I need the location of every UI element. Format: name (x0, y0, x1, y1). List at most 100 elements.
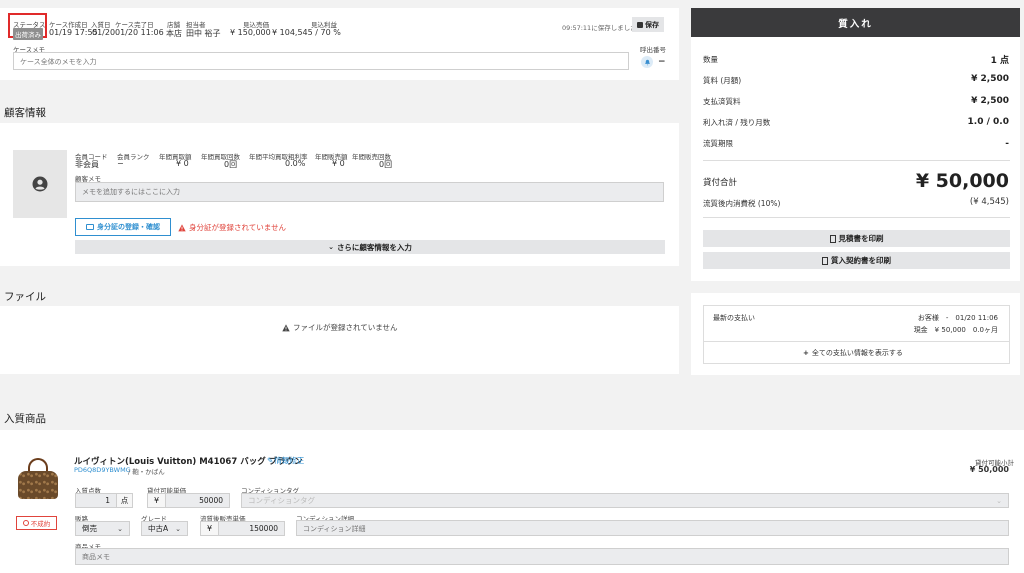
warning-icon (178, 223, 186, 231)
product-thumbnail (14, 455, 62, 503)
summary-monthly-fee-value: ¥ 2,500 (971, 74, 1009, 84)
print-contract-button[interactable]: 質入契約書を印刷 (703, 252, 1010, 269)
files-empty-message: ファイルが登録されていません (282, 322, 398, 333)
loan-unit-input[interactable]: ¥ 50000 (147, 493, 230, 508)
show-all-payments-label: 全ての支払い情報を表示する (811, 349, 903, 357)
chevron-down-icon: ⌄ (175, 524, 181, 533)
store-value: 本店 (166, 29, 182, 38)
loan-unit-value: 50000 (199, 496, 223, 505)
bag-body (18, 471, 58, 499)
chevron-down-icon: ⌄ (996, 496, 1002, 505)
loan-total-label: 貸付合計 (703, 178, 738, 188)
print-contract-label: 質入契約書を印刷 (831, 256, 891, 265)
warning-icon (282, 323, 290, 331)
document-icon (829, 234, 836, 243)
products-section-title: 入質商品 (4, 413, 46, 425)
case-memo-input[interactable] (13, 52, 629, 70)
ban-icon (22, 520, 29, 526)
condition-tag-select[interactable]: コンディションタグ ⌄ (241, 493, 1009, 508)
route-select[interactable]: 倒売 ⌄ (75, 521, 130, 536)
edit-info-label: 情報修正 (274, 456, 305, 465)
edit-info-link[interactable]: ✎ 情報修正 (267, 455, 304, 466)
summary-divider-2 (703, 217, 1010, 218)
summary-paid-fee-label: 支払済質料 (703, 97, 741, 106)
summary-monthly-fee-label: 質料 (月額) (703, 76, 742, 85)
loan-total-value: ¥ 50,000 (915, 170, 1009, 192)
pawn-date-value: 01/20 (92, 28, 116, 37)
bell-icon[interactable] (641, 56, 653, 68)
latest-payment-who: お客様 - 01/20 11:06 (917, 314, 998, 322)
condition-detail-input[interactable] (296, 520, 1009, 536)
stat-member-rank: − (117, 159, 124, 168)
expected-profit-value: ¥ 104,545 / 70 % (272, 28, 341, 37)
id-register-button[interactable]: 身分証の登録・確認 (75, 218, 171, 236)
plus-icon: + (803, 349, 809, 357)
print-estimate-label: 見積書を印刷 (838, 234, 884, 243)
sale-price-value: 150000 (249, 524, 278, 533)
summary-qty-label: 数量 (703, 55, 718, 64)
summary-qty-value: 1 点 (990, 56, 1009, 66)
loan-subtotal-value: ¥ 50,000 (969, 465, 1009, 474)
grade-select[interactable]: 中古A ⌄ (141, 521, 188, 536)
status-badge: 出荷済み (13, 28, 43, 40)
stat-annual-buy: ¥ 0 (176, 159, 189, 168)
files-empty-text: ファイルが登録されていません (293, 323, 398, 332)
stat-margin-rate: 0.0% (285, 159, 306, 168)
tax-label: 流質後内消費税 (10%) (703, 199, 781, 208)
save-label: 保存 (645, 20, 659, 29)
summary-months-value: 1.0 / 0.0 (967, 117, 1009, 127)
saved-status-text: 09:57:11に保存しました (562, 24, 637, 32)
files-panel (0, 306, 679, 374)
user-icon (32, 176, 48, 192)
qty-value: 1 (105, 496, 110, 505)
tax-value: (¥ 4,545) (969, 197, 1009, 207)
latest-payment-label: 最新の支払い (713, 314, 755, 322)
loan-unit-prefix: ¥ (148, 494, 166, 507)
stat-member-code: 非会員 (75, 160, 99, 169)
expected-price-value: ¥ 150,000 (230, 28, 271, 37)
summary-months-label: 利入れ済 / 残り月数 (703, 118, 771, 127)
completed-value: 01/20 11:06 (115, 28, 164, 37)
stat-annual-sales-count: 0回 (379, 160, 393, 169)
show-all-payments-link[interactable]: + 全ての支払い情報を表示する (803, 348, 903, 358)
customer-section-title: 顧客情報 (4, 107, 46, 119)
sale-price-prefix: ¥ (201, 522, 219, 535)
id-warning-text: 身分証が登録されていません (189, 223, 287, 232)
latest-payment-detail: 現金 ¥ 50,000 0.0ヶ月 (913, 326, 998, 334)
save-icon (637, 21, 643, 28)
stat-annual-sales: ¥ 0 (332, 159, 345, 168)
call-number-label: 呼出番号 (640, 46, 666, 54)
customer-avatar (13, 150, 67, 218)
product-memo-input[interactable] (75, 548, 1009, 565)
document-icon (822, 256, 828, 265)
id-register-label: 身分証の登録・確認 (97, 223, 160, 231)
created-value: 01/19 17:55 (49, 28, 98, 37)
route-value: 倒売 (82, 524, 97, 533)
summary-divider (703, 160, 1010, 161)
customer-memo-input[interactable] (75, 182, 664, 202)
product-category: / 鞄・かばん (128, 468, 165, 476)
more-customer-info-button[interactable]: ⌄ さらに顧客情報を入力 (75, 240, 665, 254)
call-number-value: − (658, 57, 666, 67)
pencil-icon: ✎ (267, 456, 274, 465)
summary-paid-fee-value: ¥ 2,500 (971, 96, 1009, 106)
more-customer-info-label: さらに顧客情報を入力 (336, 242, 412, 252)
save-button[interactable]: 保存 (632, 17, 664, 32)
id-warning: 身分証が登録されていません (178, 222, 286, 233)
id-card-icon (86, 224, 94, 230)
summary-deadline-label: 流質期限 (703, 139, 733, 148)
staff-value: 田中 裕子 (186, 29, 221, 38)
qty-input[interactable]: 1 点 (75, 493, 133, 508)
summary-deadline-value: - (1005, 139, 1009, 149)
chevron-down-icon: ⌄ (117, 524, 123, 533)
sale-price-input[interactable]: ¥ 150000 (200, 521, 285, 536)
summary-title: 質入れ (838, 18, 873, 30)
fail-contract-button[interactable]: 不成約 (16, 516, 57, 530)
print-estimate-button[interactable]: 見積書を印刷 (703, 230, 1010, 247)
fail-contract-label: 不成約 (30, 520, 51, 528)
grade-value: 中古A (148, 524, 169, 533)
payments-divider (703, 341, 1010, 342)
product-code-link[interactable]: PD6Q8D9YBWMG (74, 466, 131, 474)
condition-tag-placeholder: コンディションタグ (248, 496, 315, 505)
chevron-down-icon: ⌄ (328, 243, 334, 251)
